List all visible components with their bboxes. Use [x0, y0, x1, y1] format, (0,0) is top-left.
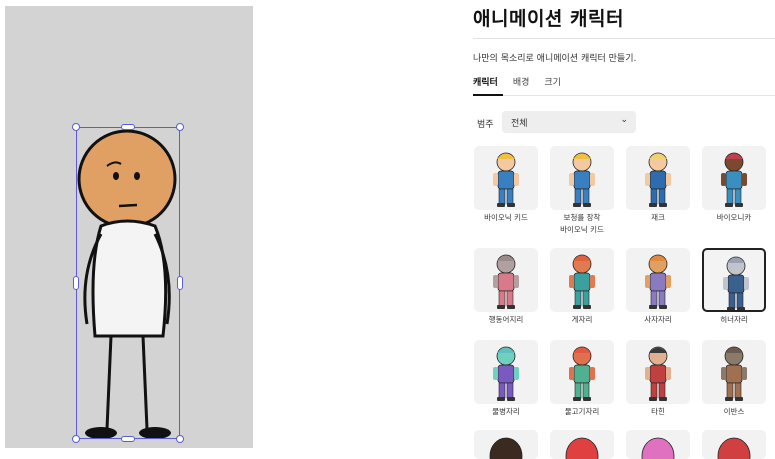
chevron-down-icon: ⌄: [620, 115, 628, 125]
divider: [473, 38, 775, 39]
character-label: 타힌: [651, 407, 665, 416]
resize-handle-top[interactable]: [121, 124, 135, 130]
character-card-wolf[interactable]: [702, 248, 766, 312]
character-card-blue-creature[interactable]: [474, 340, 538, 404]
fox-icon: [569, 254, 595, 309]
wolf-icon: [723, 256, 749, 310]
hero-jack-icon: [645, 152, 671, 207]
character-card-partial[interactable]: [550, 430, 614, 459]
lion-icon: [645, 254, 671, 309]
active-tab-indicator: [473, 94, 503, 96]
character-label: 행동어지리: [488, 315, 524, 324]
tab-bar: 캐릭터 배경 크기: [473, 75, 561, 88]
resize-handle-right[interactable]: [177, 276, 183, 290]
character-card-raccoon[interactable]: [474, 248, 538, 312]
resize-handle-left[interactable]: [73, 276, 79, 290]
character-label: 물병자리: [492, 407, 520, 416]
character-card-hero-kid[interactable]: [474, 146, 538, 210]
resize-handle-bottom-right[interactable]: [176, 435, 184, 443]
character-card-hero-kid-hearing[interactable]: [550, 146, 614, 210]
character-card-red-fish[interactable]: [550, 340, 614, 404]
character-card-hero-jack[interactable]: [626, 146, 690, 210]
character-label: 바이오니카: [716, 213, 752, 222]
character-label: 히너자리: [720, 315, 748, 324]
character-card-partial[interactable]: [626, 430, 690, 459]
character-thumbnail-icon: [489, 437, 523, 459]
tab-character[interactable]: 캐릭터: [473, 75, 498, 88]
raccoon-icon: [493, 254, 519, 309]
character-label: 바이오닉 키드: [484, 213, 528, 222]
character-card-partial[interactable]: [474, 430, 538, 459]
character-label: 사자자리: [644, 315, 672, 324]
panel-title: 애니메이션 캐릭터: [473, 8, 624, 30]
resize-handle-top-right[interactable]: [176, 123, 184, 131]
character-card-guitar-boy[interactable]: [626, 340, 690, 404]
character-card-hero-girl[interactable]: [702, 146, 766, 210]
character-card-partial[interactable]: [702, 430, 766, 459]
hero-kid-hearing-icon: [569, 152, 595, 207]
red-fish-icon: [569, 346, 595, 401]
selection-box[interactable]: [76, 127, 180, 439]
character-label: 이반스: [723, 407, 745, 416]
robot-icon: [721, 346, 747, 401]
category-label: 범주: [477, 120, 494, 130]
character-card-lion[interactable]: [626, 248, 690, 312]
stage-canvas[interactable]: [5, 6, 253, 448]
character-card-fox[interactable]: [550, 248, 614, 312]
category-select-value: 전체: [511, 119, 528, 129]
character-label: 물고기자리: [564, 407, 600, 416]
blue-creature-icon: [493, 346, 519, 401]
guitar-boy-icon: [645, 346, 671, 401]
resize-handle-bottom-left[interactable]: [72, 435, 80, 443]
resize-handle-bottom[interactable]: [121, 436, 135, 442]
panel-subtitle: 나만의 목소리로 애니메이션 캐릭터 만들기.: [473, 54, 637, 64]
tab-size[interactable]: 크기: [544, 75, 561, 88]
character-label: 보청를 장착 바이오닉 키드: [560, 213, 604, 234]
divider: [473, 95, 775, 96]
category-select[interactable]: 전체 ⌄: [502, 111, 636, 133]
character-thumbnail-icon: [565, 437, 599, 459]
tab-background[interactable]: 배경: [513, 75, 530, 88]
character-label: 게자리: [571, 315, 593, 324]
resize-handle-top-left[interactable]: [72, 123, 80, 131]
character-card-robot[interactable]: [702, 340, 766, 404]
character-thumbnail-icon: [641, 437, 675, 459]
hero-kid-icon: [493, 152, 519, 207]
character-panel: 애니메이션 캐릭터 나만의 목소리로 애니메이션 캐릭터 만들기. 캐릭터 배경…: [468, 0, 775, 459]
hero-girl-icon: [721, 152, 747, 207]
character-label: 재크: [651, 213, 665, 222]
character-thumbnail-icon: [717, 437, 751, 459]
